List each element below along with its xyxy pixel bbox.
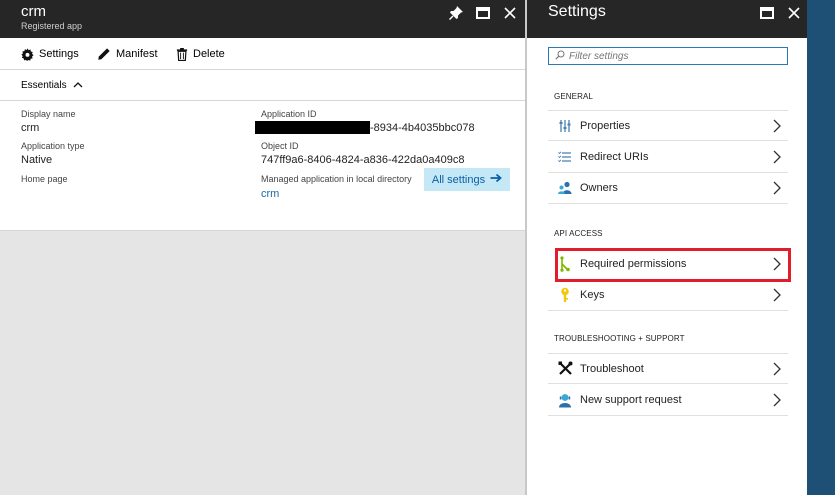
display-name-value: crm — [21, 122, 40, 134]
settings-label: Settings — [39, 48, 79, 60]
settings-item-redirect-uris[interactable]: Redirect URIs — [548, 142, 788, 173]
settings-button[interactable]: Settings — [21, 46, 79, 62]
essentials-divider — [0, 100, 525, 101]
chevron-right-icon — [772, 393, 782, 407]
arrow-right-icon — [490, 173, 502, 186]
section-api-access: API ACCESS — [554, 229, 603, 238]
trash-icon — [176, 47, 188, 61]
close-icon[interactable] — [786, 5, 802, 21]
maximize-icon[interactable] — [759, 5, 775, 21]
managed-app-link[interactable]: crm — [261, 188, 279, 200]
settings-item-properties[interactable]: Properties — [548, 110, 788, 141]
settings-item-keys[interactable]: Keys — [548, 280, 788, 311]
owners-label: Owners — [580, 182, 618, 194]
command-bar: Settings Manifest Delete — [0, 38, 525, 70]
chevron-right-icon — [772, 362, 782, 376]
settings-item-new-support-request[interactable]: New support request — [548, 385, 788, 416]
highlight-box — [555, 248, 791, 282]
section-general: GENERAL — [554, 92, 593, 101]
tools-icon — [556, 360, 574, 378]
managed-app-label: Managed application in local directory — [261, 174, 412, 184]
app-subtitle: Registered app — [21, 21, 83, 31]
application-type-value: Native — [21, 154, 53, 166]
object-id-value: 747ff9a6-8406-4824-a836-422da0a409c8 — [261, 154, 465, 166]
list-icon — [556, 148, 574, 166]
pencil-icon — [97, 47, 111, 61]
sliders-icon — [556, 117, 574, 135]
properties-label: Properties — [580, 119, 631, 132]
redacted-block — [255, 121, 370, 134]
display-name-label: Display name — [21, 109, 76, 119]
object-id-label: Object ID — [261, 141, 299, 151]
filter-settings-field[interactable] — [548, 47, 788, 65]
portal-background-edge — [807, 0, 835, 495]
app-blade: crm Registered app Settings Manifest Del… — [0, 0, 525, 495]
gear-icon — [21, 47, 34, 61]
app-blade-content: Settings Manifest Delete Essentials Disp… — [0, 38, 525, 231]
chevron-up-icon — [73, 80, 83, 91]
settings-item-troubleshoot[interactable]: Troubleshoot — [548, 353, 788, 384]
application-id-label: Application ID — [261, 109, 317, 119]
manifest-button[interactable]: Manifest — [97, 46, 158, 62]
delete-label: Delete — [193, 48, 225, 60]
settings-blade: Settings GENERAL Properties Redirect URI… — [527, 0, 807, 495]
new-support-request-label: New support request — [580, 394, 682, 406]
delete-button[interactable]: Delete — [176, 46, 225, 62]
application-type-label: Application type — [21, 141, 85, 151]
application-id-value: -8934-4b4035bbc078 — [370, 122, 475, 134]
support-user-icon — [556, 391, 574, 409]
settings-blade-header: Settings — [527, 0, 807, 38]
section-troubleshooting: TROUBLESHOOTING + SUPPORT — [554, 334, 685, 343]
essentials-toggle[interactable]: Essentials — [21, 80, 83, 91]
redirect-uris-label: Redirect URIs — [580, 151, 649, 163]
users-icon — [556, 179, 574, 197]
app-title: crm — [21, 3, 46, 20]
all-settings-label: All settings — [431, 173, 486, 186]
all-settings-button[interactable]: All settings — [424, 168, 510, 191]
pin-icon[interactable] — [448, 5, 464, 21]
chevron-right-icon — [772, 150, 782, 164]
troubleshoot-label: Troubleshoot — [580, 362, 644, 375]
chevron-right-icon — [772, 181, 782, 195]
home-page-label: Home page — [21, 174, 68, 184]
close-icon[interactable] — [502, 5, 518, 21]
filter-settings-input[interactable] — [569, 50, 769, 62]
app-blade-header: crm Registered app — [0, 0, 525, 38]
chevron-right-icon — [772, 288, 782, 302]
key-icon — [556, 286, 574, 304]
chevron-right-icon — [772, 119, 782, 133]
manifest-label: Manifest — [116, 48, 158, 60]
search-icon — [555, 47, 565, 65]
settings-title: Settings — [548, 3, 606, 20]
essentials-label: Essentials — [21, 80, 67, 91]
keys-label: Keys — [580, 289, 605, 301]
maximize-icon[interactable] — [475, 5, 491, 21]
settings-item-owners[interactable]: Owners — [548, 173, 788, 204]
